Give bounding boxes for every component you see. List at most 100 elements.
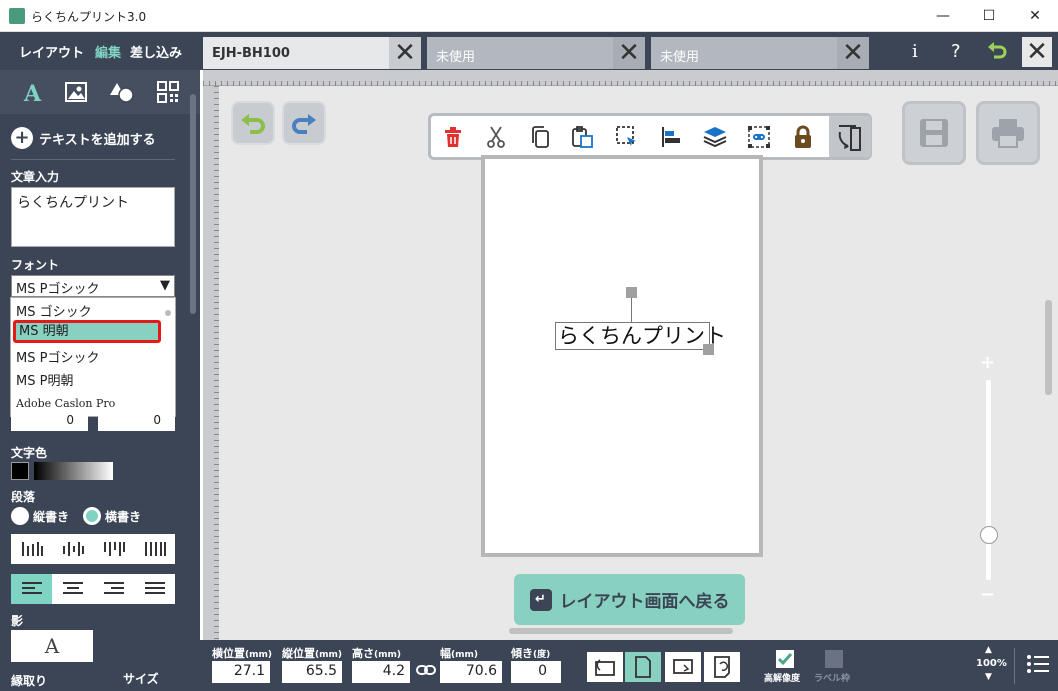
tab-layout[interactable]: レイアウト <box>19 42 84 61</box>
left-panel-scrollbar[interactable] <box>190 94 196 314</box>
close-tab-icon[interactable]: ✕ <box>837 37 869 69</box>
text-input-field[interactable]: らくちんプリント <box>11 187 175 247</box>
text-object[interactable]: らくちんプリント <box>555 322 726 350</box>
zoom-up-arrow-icon[interactable]: ▲ <box>985 645 992 655</box>
layer-icon[interactable] <box>703 125 727 149</box>
label-frame-checkbox[interactable] <box>825 650 843 668</box>
zoom-level: 100% <box>976 658 1007 669</box>
y-position-field[interactable]: 65.5 <box>282 661 342 683</box>
link-aspect-icon[interactable] <box>416 664 436 680</box>
group-link-icon[interactable] <box>747 125 771 149</box>
align-icon[interactable] <box>659 125 683 149</box>
horizontal-writing-radio[interactable]: 横書き <box>83 507 141 525</box>
bottom-bar: 横位置(mm) 27.1 縦位置(mm) 65.5 高さ(mm) 4.2 幅(m… <box>200 640 1058 691</box>
align-buttons <box>11 574 175 604</box>
undo-button[interactable] <box>231 101 275 145</box>
font-option[interactable]: MS ゴシック <box>11 298 163 321</box>
font-label: フォント <box>11 258 60 272</box>
spacing-right-button[interactable] <box>93 534 134 564</box>
high-resolution-label: 高解像度 <box>764 674 801 684</box>
height-field[interactable]: 4.2 <box>352 661 410 683</box>
outline-label: 縁取り <box>11 674 48 688</box>
tab-document-2[interactable]: 未使用 ✕ <box>427 37 645 69</box>
horizontal-writing-label: 横書き <box>105 509 142 524</box>
align-justify-button[interactable] <box>134 574 175 604</box>
close-tab-icon[interactable]: ✕ <box>389 37 421 69</box>
zoom-slider-track[interactable] <box>986 380 991 580</box>
app-icon <box>9 8 25 24</box>
color-swatch-black[interactable] <box>11 462 29 480</box>
spacing-justify-button[interactable] <box>134 534 175 564</box>
text-icon[interactable]: A <box>19 78 47 106</box>
font-option-highlighted[interactable]: MS 明朝 <box>13 320 161 343</box>
delete-icon[interactable] <box>441 125 465 149</box>
rotation-handle[interactable] <box>626 287 637 298</box>
align-left-button[interactable] <box>11 574 52 604</box>
font-option[interactable]: MS Pゴシック <box>11 344 163 367</box>
resize-handle[interactable] <box>703 344 714 355</box>
label-paper[interactable] <box>481 155 763 557</box>
high-resolution-checkbox[interactable] <box>776 650 794 668</box>
zoom-in-icon[interactable]: + <box>980 352 995 373</box>
vertical-scrollbar[interactable] <box>1045 300 1052 395</box>
label-frame-label: ラベル枠 <box>814 674 851 684</box>
angle-field[interactable]: 0 <box>511 661 561 683</box>
tab-edit[interactable]: 編集 <box>95 42 121 61</box>
font-select[interactable]: MS Pゴシック ▼ <box>11 275 175 297</box>
angle-label: 傾き(度) <box>511 647 551 660</box>
paste-icon[interactable] <box>571 125 595 149</box>
align-right-button[interactable] <box>93 574 134 604</box>
help-icon[interactable]: ? <box>951 41 961 62</box>
maximize-button[interactable]: ☐ <box>966 0 1012 32</box>
undo-arrow-icon[interactable] <box>986 40 1008 67</box>
align-center-button[interactable] <box>52 574 93 604</box>
vertical-writing-radio[interactable]: 縦書き <box>11 507 69 525</box>
tab-document-3[interactable]: 未使用 ✕ <box>651 37 869 69</box>
tab-merge[interactable]: 差し込み <box>130 42 182 61</box>
horizontal-scrollbar[interactable] <box>509 628 733 634</box>
rotate-180-button[interactable] <box>704 652 740 682</box>
font-select-value: MS Pゴシック <box>16 282 100 297</box>
x-position-field[interactable]: 27.1 <box>212 661 270 683</box>
image-icon[interactable] <box>62 78 90 106</box>
menu-list-icon[interactable] <box>1026 652 1050 680</box>
minimize-button[interactable]: — <box>920 0 966 32</box>
size-field-1[interactable]: 0 <box>11 413 88 431</box>
object-toolbar <box>428 113 872 160</box>
height-label: 高さ(mm) <box>352 647 401 660</box>
color-gradient-picker[interactable] <box>34 462 113 480</box>
width-field[interactable]: 70.6 <box>440 661 502 683</box>
shape-icon[interactable] <box>108 78 136 106</box>
print-button[interactable] <box>976 101 1040 165</box>
close-document-icon[interactable]: ✕ <box>1022 37 1052 67</box>
redo-button[interactable] <box>282 101 326 145</box>
add-text-label: テキストを追加する <box>39 132 156 148</box>
zoom-out-icon[interactable]: − <box>980 584 995 605</box>
font-option[interactable]: MS P明朝 <box>11 367 163 390</box>
size-field-2[interactable]: 0 <box>98 413 175 431</box>
zoom-slider-knob[interactable] <box>980 526 998 544</box>
spacing-left-button[interactable] <box>11 534 52 564</box>
rotate-right-button[interactable] <box>665 652 701 682</box>
add-text-button[interactable]: + テキストを追加する <box>11 126 156 150</box>
back-to-layout-button[interactable]: ↵ レイアウト画面へ戻る <box>514 574 745 625</box>
shadow-label: 影 <box>11 614 24 628</box>
rotate-left-button[interactable] <box>587 652 623 682</box>
orientation-normal-button[interactable] <box>625 652 661 682</box>
lock-icon[interactable] <box>791 125 815 149</box>
cut-icon[interactable] <box>484 125 508 149</box>
tab-document-1[interactable]: EJH-BH100 ✕ <box>203 37 421 69</box>
copy-icon[interactable] <box>528 125 552 149</box>
dropdown-scroll-indicator[interactable] <box>165 310 171 316</box>
rotate-object-icon[interactable] <box>829 116 871 157</box>
select-icon[interactable] <box>615 125 639 149</box>
size-label: サイズ <box>123 672 159 686</box>
shadow-picker[interactable]: A <box>11 630 93 662</box>
save-button[interactable] <box>902 101 966 165</box>
info-icon[interactable]: i <box>912 41 918 62</box>
close-tab-icon[interactable]: ✕ <box>613 37 645 69</box>
zoom-down-arrow-icon[interactable]: ▼ <box>985 672 992 682</box>
close-window-button[interactable]: ✕ <box>1012 0 1058 32</box>
spacing-center-button[interactable] <box>52 534 93 564</box>
qrcode-icon[interactable] <box>154 78 182 106</box>
